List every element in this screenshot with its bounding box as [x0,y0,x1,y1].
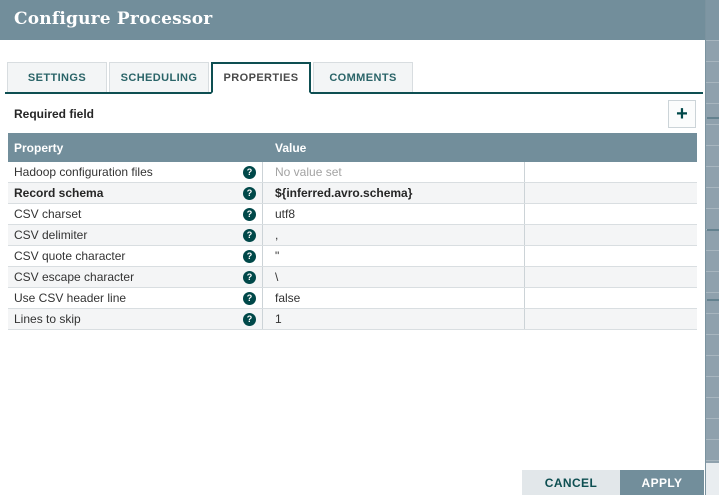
background-app-strip [705,0,719,495]
cancel-button[interactable]: CANCEL [522,470,620,495]
tab-bar: SETTINGS SCHEDULING PROPERTIES COMMENTS [5,62,703,94]
dialog-title: Configure Processor [14,9,213,29]
help-icon[interactable]: ? [243,228,256,242]
property-name: CSV charset [14,207,82,221]
property-value[interactable]: No value set [263,162,525,182]
table-header-row: Property Value [8,133,697,162]
help-icon[interactable]: ? [243,165,256,179]
help-icon[interactable]: ? [243,186,256,200]
add-property-button[interactable]: + [668,100,696,128]
help-icon[interactable]: ? [243,291,256,305]
table-row: Use CSV header line ? false [8,288,697,309]
table-row: CSV delimiter ? , [8,225,697,246]
table-row: Record schema ? ${inferred.avro.schema} [8,183,697,204]
background-footer-sliver [706,463,719,495]
column-header-value: Value [275,140,307,155]
property-name: CSV delimiter [14,228,88,242]
help-icon[interactable]: ? [243,207,256,221]
table-row: CSV charset ? utf8 [8,204,697,225]
property-value[interactable]: \ [263,267,525,287]
tab-scheduling-label: SCHEDULING [120,71,198,84]
tab-settings[interactable]: SETTINGS [7,62,107,92]
table-row: Lines to skip ? 1 [8,309,697,330]
tab-comments-label: COMMENTS [329,71,397,84]
property-name: Hadoop configuration files [14,165,153,179]
tab-properties[interactable]: PROPERTIES [211,62,311,94]
property-name: CSV escape character [14,270,135,284]
required-field-label: Required field [14,107,95,121]
background-rows-sliver [706,40,719,463]
property-value[interactable]: " [263,246,525,266]
help-icon[interactable]: ? [243,312,256,326]
tab-properties-label: PROPERTIES [223,72,299,84]
property-value[interactable]: utf8 [263,204,525,224]
dialog-header: Configure Processor [0,0,705,40]
properties-table: Property Value Hadoop configuration file… [8,133,697,330]
plus-icon: + [676,103,688,125]
property-value[interactable]: ${inferred.avro.schema} [263,183,525,203]
property-name: Lines to skip [14,312,81,326]
property-name: CSV quote character [14,249,126,263]
configure-processor-dialog: Configure Processor SETTINGS SCHEDULING … [0,0,705,495]
tab-comments[interactable]: COMMENTS [313,62,413,92]
table-row: Hadoop configuration files ? No value se… [8,162,697,183]
property-name: Record schema [14,186,104,200]
help-icon[interactable]: ? [243,270,256,284]
apply-button[interactable]: APPLY [620,470,704,495]
property-name: Use CSV header line [14,291,127,305]
tab-settings-label: SETTINGS [27,71,87,84]
background-header-sliver [706,0,719,40]
help-icon[interactable]: ? [243,249,256,263]
property-value[interactable]: 1 [263,309,525,329]
property-value[interactable]: false [263,288,525,308]
table-row: CSV quote character ? " [8,246,697,267]
column-header-property: Property [14,140,64,155]
tab-scheduling[interactable]: SCHEDULING [109,62,209,92]
dialog-footer: CANCEL APPLY [522,470,704,495]
table-row: CSV escape character ? \ [8,267,697,288]
property-value[interactable]: , [263,225,525,245]
